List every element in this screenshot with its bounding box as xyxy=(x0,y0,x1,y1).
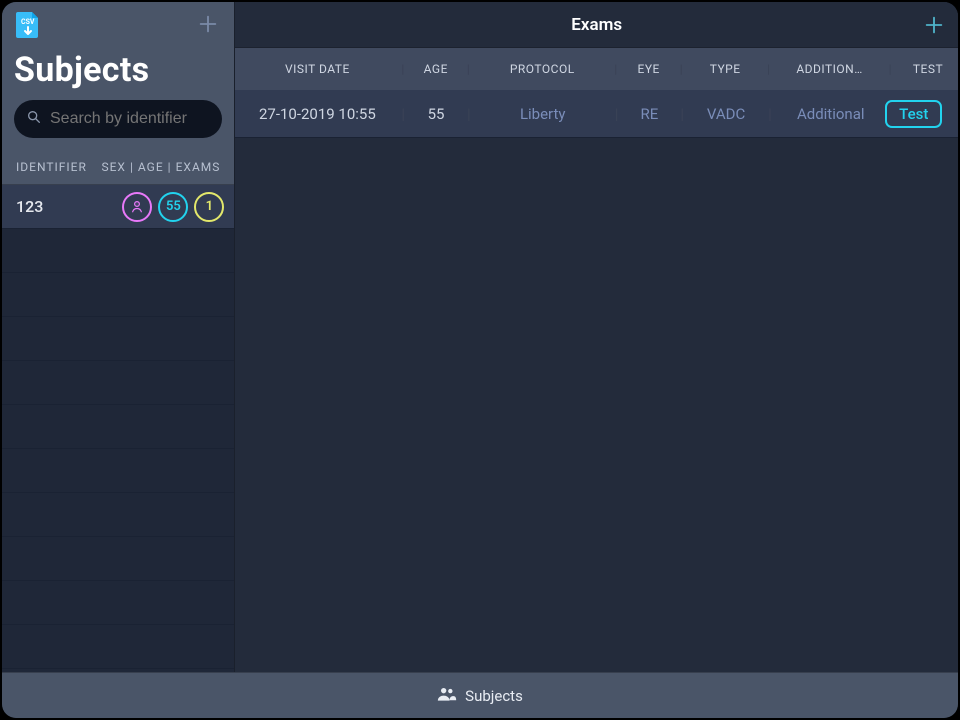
cell-test-wrap: Test xyxy=(884,100,944,128)
group-icon xyxy=(437,686,457,706)
search-icon xyxy=(26,109,42,129)
sidebar-topbar: CSV xyxy=(2,2,234,40)
age-chip: 55 xyxy=(158,192,188,222)
col-protocol: PROTOCOL xyxy=(476,62,608,76)
sidebar: CSV Subjects IDENTIFIER xyxy=(2,2,235,672)
csv-export-icon[interactable]: CSV xyxy=(14,10,42,40)
sex-chip xyxy=(122,192,152,222)
col-visit-date: VISIT DATE xyxy=(243,62,395,76)
search-input[interactable] xyxy=(14,100,222,138)
col-age: AGE xyxy=(411,62,461,76)
subject-row[interactable]: 123 55 1 xyxy=(2,185,234,229)
subject-chips: 55 1 xyxy=(122,192,224,222)
content-title: Exams xyxy=(571,15,622,35)
col-exams: EXAMS xyxy=(176,160,221,174)
sidebar-title: Subjects xyxy=(2,40,234,100)
cell-additional[interactable]: Additional xyxy=(778,105,884,123)
col-additional: ADDITION… xyxy=(777,62,883,76)
cell-visit-date: 27-10-2019 10:55 xyxy=(243,105,395,123)
col-sex: SEX xyxy=(101,160,125,174)
exam-list-empty xyxy=(235,138,958,672)
bottombar-label: Subjects xyxy=(465,687,523,705)
col-type: TYPE xyxy=(689,62,761,76)
col-identifier: IDENTIFIER xyxy=(16,160,87,174)
col-right-group: SEX|AGE|EXAMS xyxy=(101,160,220,174)
subject-list-header: IDENTIFIER SEX|AGE|EXAMS xyxy=(2,150,234,185)
cell-age: 55 xyxy=(411,105,461,123)
subject-identifier: 123 xyxy=(16,197,43,216)
col-eye: EYE xyxy=(624,62,674,76)
subject-list-empty xyxy=(2,229,234,672)
add-subject-button[interactable] xyxy=(194,10,222,38)
cell-type[interactable]: VADC xyxy=(690,105,762,123)
test-button[interactable]: Test xyxy=(885,100,942,128)
col-age: AGE xyxy=(138,160,164,174)
svg-text:CSV: CSV xyxy=(21,18,35,26)
content-panel: Exams VISIT DATE | AGE | PROTOCOL | EYE … xyxy=(235,2,958,672)
exam-columns-header: VISIT DATE | AGE | PROTOCOL | EYE | TYPE… xyxy=(235,48,958,90)
main-area: CSV Subjects IDENTIFIER xyxy=(2,2,958,672)
bottombar-subjects[interactable]: Subjects xyxy=(2,672,958,718)
exams-chip: 1 xyxy=(194,192,224,222)
app-window: CSV Subjects IDENTIFIER xyxy=(2,2,958,718)
search-box xyxy=(14,100,222,138)
cell-protocol[interactable]: Liberty xyxy=(477,105,609,123)
content-header: Exams xyxy=(235,2,958,48)
cell-eye[interactable]: RE xyxy=(624,105,674,123)
col-test: TEST xyxy=(898,62,958,76)
add-exam-button[interactable] xyxy=(920,11,948,39)
exam-row[interactable]: 27-10-2019 10:55 | 55 | Liberty | RE | V… xyxy=(235,90,958,138)
search-wrap xyxy=(2,100,234,150)
